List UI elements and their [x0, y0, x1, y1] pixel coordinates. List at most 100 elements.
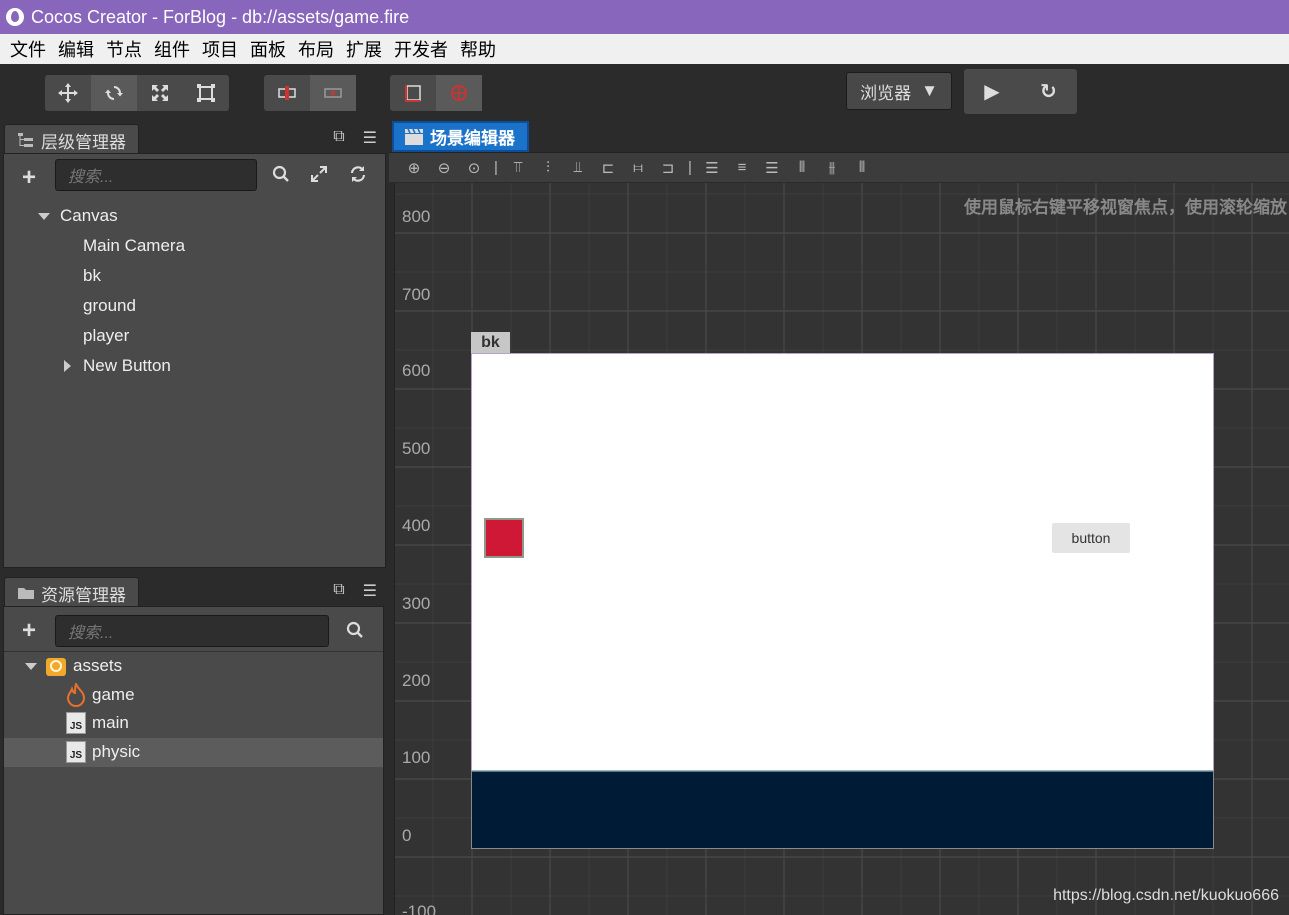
player-node[interactable]	[484, 518, 524, 558]
align-left-icon[interactable]: ⊏	[593, 159, 623, 177]
local-icon	[324, 88, 342, 98]
menu-panel[interactable]: 面板	[250, 36, 286, 62]
asset-game[interactable]: game	[66, 681, 135, 709]
align-right-icon[interactable]: ⊐	[653, 159, 683, 177]
refresh-button[interactable]: ↻	[1040, 79, 1057, 104]
align-top-icon[interactable]: ⫪	[503, 159, 533, 176]
scene-editor-tab[interactable]: 场景编辑器	[392, 121, 529, 152]
menu-file[interactable]: 文件	[10, 36, 46, 62]
asset-physic[interactable]: JS physic	[66, 738, 140, 766]
hierarchy-title: 层级管理器	[41, 132, 126, 152]
scene-toolbar: ⊕ ⊖ ⊙ | ⫪ ⫶ ⫫ ⊏ ⧦ ⊐ | ☰ ≡ ☰ ⫴ ⫵ ⫴	[389, 152, 1289, 182]
tree-node-label: New Button	[83, 356, 171, 375]
pivot-tools	[264, 75, 356, 111]
rect-tool-button[interactable]	[183, 75, 229, 111]
assets-tools: ⧉ ☰	[333, 581, 377, 601]
search-icon[interactable]	[272, 165, 290, 188]
zoom-in-icon[interactable]: ⊕	[399, 159, 429, 177]
assets-panel: + 搜索... assets game JS main JS physic	[3, 606, 384, 915]
asset-label: physic	[92, 742, 141, 761]
hierarchy-tab[interactable]: 层级管理器	[4, 124, 139, 155]
distribute-hcenter-icon[interactable]: ⫵	[817, 159, 847, 176]
assets-title: 资源管理器	[41, 585, 126, 605]
global-button[interactable]	[436, 75, 482, 111]
assets-search-input[interactable]: 搜索...	[55, 615, 329, 647]
js-file-icon: JS	[66, 712, 86, 734]
distribute-right-icon[interactable]: ⫴	[847, 159, 877, 176]
coord-button[interactable]	[390, 75, 436, 111]
asset-folder-assets[interactable]: assets	[25, 652, 122, 680]
hierarchy-search-input[interactable]: 搜索...	[55, 159, 257, 191]
align-hcenter-icon[interactable]: ⧦	[623, 159, 653, 176]
distribute-bottom-icon[interactable]: ☰	[757, 159, 787, 177]
cocos-logo-icon	[6, 8, 24, 26]
tree-node-canvas[interactable]: Canvas	[38, 202, 118, 230]
tree-node-label: Main Camera	[83, 236, 186, 255]
tree-node-player[interactable]: player	[83, 322, 129, 350]
play-button[interactable]: ▶	[984, 79, 999, 104]
watermark-text: https://blog.csdn.net/kuokuo666	[1053, 887, 1279, 904]
popout-icon[interactable]: ⧉	[333, 581, 344, 601]
menu-component[interactable]: 组件	[154, 36, 190, 62]
popout-icon[interactable]: ⧉	[333, 128, 344, 148]
y-tick-label: 600	[402, 361, 431, 380]
toolbar-separator: |	[494, 159, 498, 176]
hierarchy-panel: + 搜索... Canvas Main Camera bk ground pla…	[3, 153, 386, 568]
refresh-icon[interactable]	[349, 165, 367, 188]
add-node-button[interactable]: +	[22, 164, 44, 192]
move-tool-button[interactable]	[45, 75, 91, 111]
preview-target-select[interactable]: 浏览器 ▼	[846, 72, 952, 110]
distribute-vcenter-icon[interactable]: ≡	[727, 159, 757, 176]
assets-tab[interactable]: 资源管理器	[4, 577, 139, 608]
menu-node[interactable]: 节点	[106, 36, 142, 62]
preview-controls: ▶ ↻	[964, 69, 1077, 114]
title-bar: Cocos Creator - ForBlog - db://assets/ga…	[0, 0, 1289, 34]
expand-icon[interactable]	[310, 165, 328, 188]
rotate-tool-button[interactable]	[91, 75, 137, 111]
asset-main[interactable]: JS main	[66, 709, 129, 737]
search-icon[interactable]	[346, 621, 364, 644]
rotate-icon	[105, 86, 123, 100]
menu-developer[interactable]: 开发者	[394, 36, 448, 62]
pivot-button[interactable]	[264, 75, 310, 111]
menu-layout[interactable]: 布局	[298, 36, 334, 62]
window-title: Cocos Creator - ForBlog - db://assets/ga…	[31, 6, 410, 27]
align-bottom-icon[interactable]: ⫫	[563, 159, 593, 176]
hierarchy-icon	[18, 133, 33, 147]
distribute-top-icon[interactable]: ☰	[697, 159, 727, 177]
new-button-node[interactable]: button	[1052, 523, 1130, 553]
y-tick-label: 300	[402, 594, 431, 613]
menu-edit[interactable]: 编辑	[58, 36, 94, 62]
menu-icon[interactable]: ☰	[363, 581, 377, 601]
bk-node[interactable]	[471, 353, 1214, 771]
tree-node-ground[interactable]: ground	[83, 292, 136, 320]
scene-viewport[interactable]: 800 700 600 500 400 300 200 100 0 -100 使…	[394, 183, 1289, 915]
menu-extension[interactable]: 扩展	[346, 36, 382, 62]
rect-icon	[197, 84, 215, 102]
coord-tools	[390, 75, 482, 111]
y-tick-label: 800	[402, 207, 431, 226]
local-button[interactable]	[310, 75, 356, 111]
hierarchy-tools: ⧉ ☰	[333, 128, 377, 148]
move-icon	[58, 83, 78, 103]
asset-label: assets	[73, 656, 123, 675]
pivot-icon	[278, 86, 296, 100]
caret-right-icon[interactable]	[64, 360, 71, 372]
ground-node[interactable]	[471, 771, 1214, 849]
caret-down-icon[interactable]	[38, 212, 50, 220]
menu-icon[interactable]: ☰	[363, 128, 377, 148]
distribute-left-icon[interactable]: ⫴	[787, 159, 817, 176]
scale-tool-button[interactable]	[137, 75, 183, 111]
tree-node-bk[interactable]: bk	[83, 262, 101, 290]
tree-node-new-button[interactable]: New Button	[64, 352, 171, 380]
tree-node-main-camera[interactable]: Main Camera	[83, 232, 185, 260]
zoom-reset-icon[interactable]: ⊙	[459, 159, 489, 177]
menu-project[interactable]: 项目	[202, 36, 238, 62]
add-asset-button[interactable]: +	[22, 617, 44, 645]
align-vcenter-icon[interactable]: ⫶	[533, 159, 563, 176]
menu-help[interactable]: 帮助	[460, 36, 496, 62]
zoom-out-icon[interactable]: ⊖	[429, 159, 459, 177]
caret-down-icon: ▼	[921, 81, 938, 100]
y-tick-label: 400	[402, 516, 431, 535]
caret-down-icon[interactable]	[25, 662, 37, 670]
